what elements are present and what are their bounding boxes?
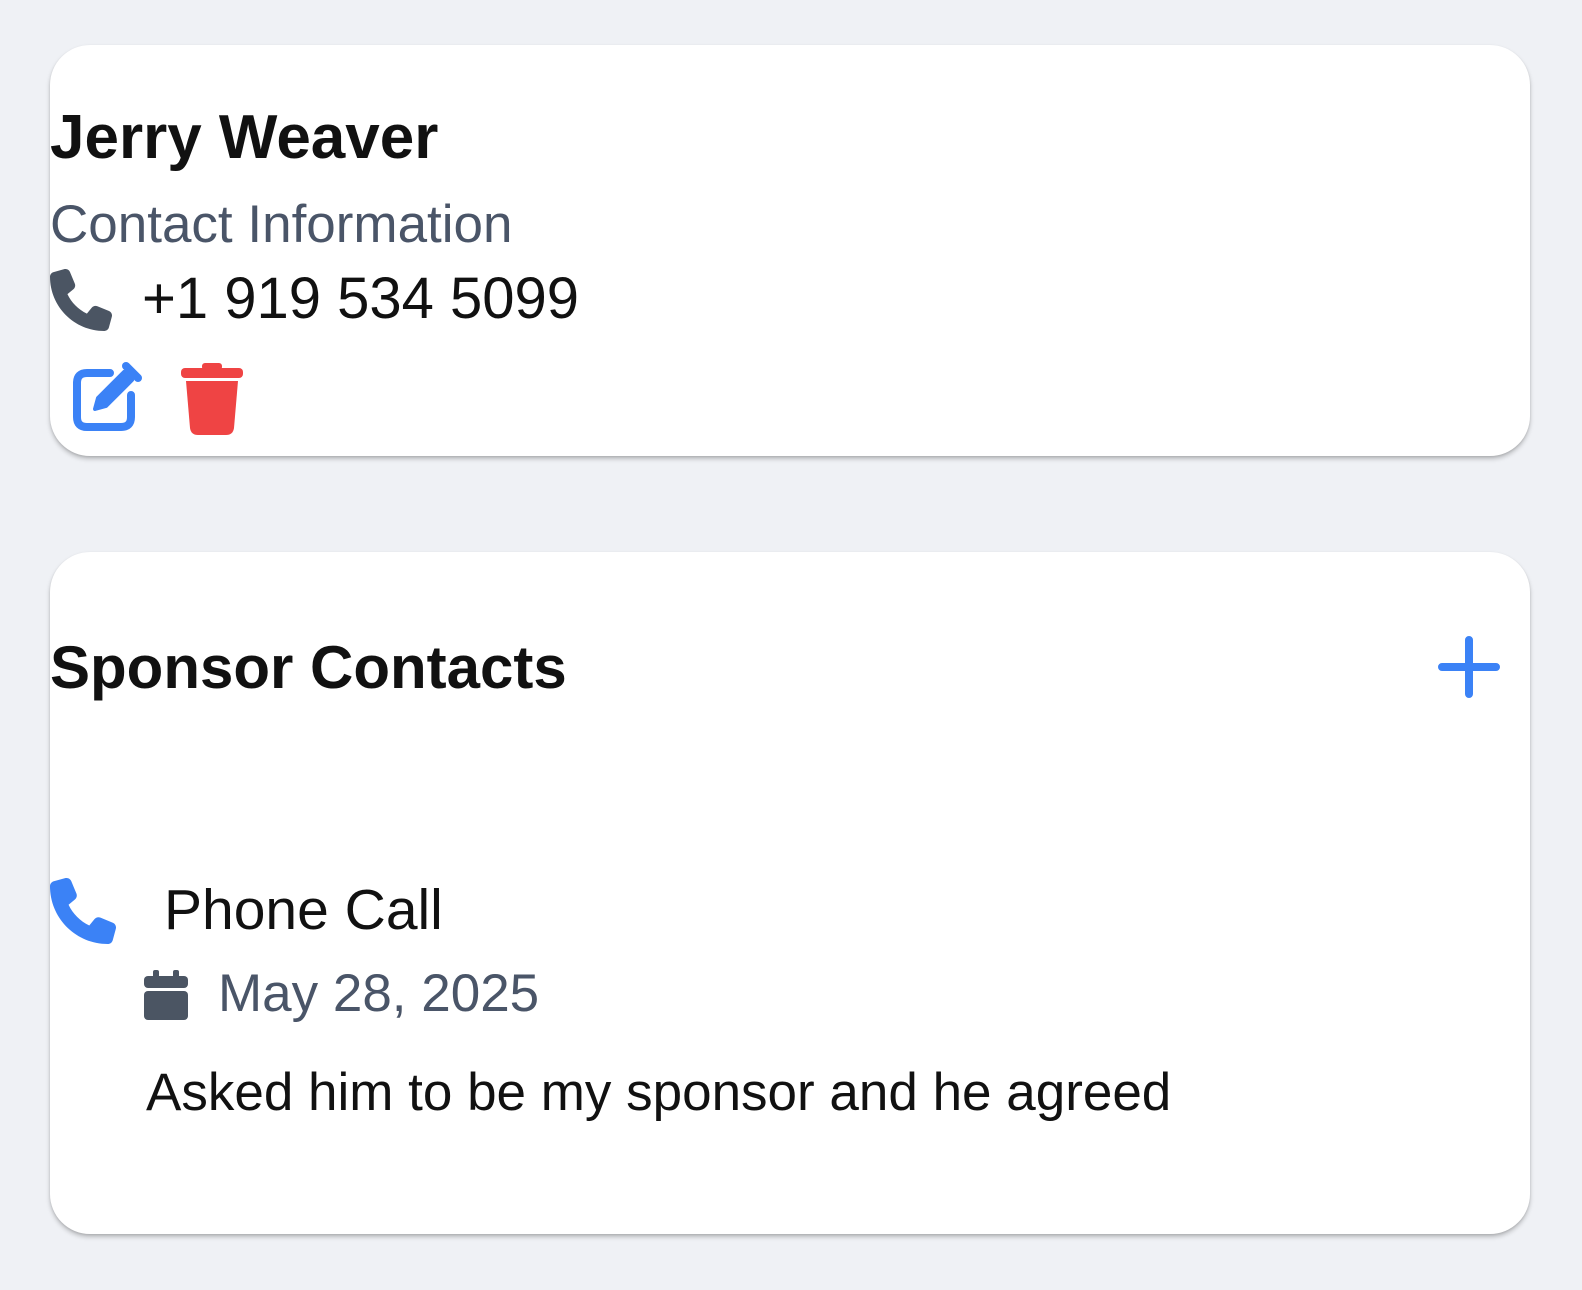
trash-icon <box>181 363 243 435</box>
edit-icon <box>73 362 142 431</box>
contact-type-label: Phone Call <box>164 878 443 942</box>
contact-phone-number[interactable]: +1 919 534 5099 <box>142 270 579 328</box>
delete-contact-button[interactable] <box>180 362 244 436</box>
contact-info-subtitle: Contact Information <box>50 195 513 254</box>
contact-info-card: Jerry Weaver Contact Information +1 919 … <box>50 45 1530 456</box>
contact-name: Jerry Weaver <box>50 103 439 172</box>
phone-icon <box>50 878 116 944</box>
calendar-icon <box>144 970 188 1020</box>
add-sponsor-contact-button[interactable] <box>1438 636 1500 698</box>
phone-icon <box>50 269 112 331</box>
edit-contact-button[interactable] <box>68 362 142 436</box>
sponsor-contacts-title: Sponsor Contacts <box>50 634 567 701</box>
contact-note: Asked him to be my sponsor and he agreed <box>146 1063 1172 1122</box>
sponsor-contacts-card: Sponsor Contacts Phone Call May 28, 2025… <box>50 552 1530 1234</box>
plus-icon <box>1438 636 1500 698</box>
contact-date: May 28, 2025 <box>218 964 540 1023</box>
